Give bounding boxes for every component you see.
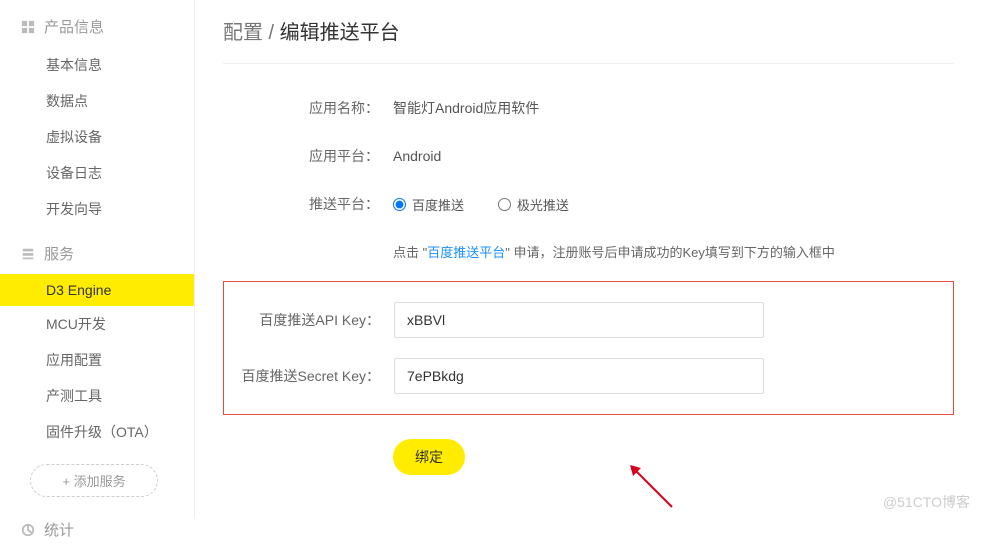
label-app-name: 应用名称： bbox=[223, 98, 393, 118]
label-push: 推送平台： bbox=[223, 194, 393, 214]
label-api-key: 百度推送API Key： bbox=[224, 310, 394, 330]
annotation-arrow-icon bbox=[627, 462, 677, 512]
radio-baidu-input[interactable] bbox=[393, 198, 406, 211]
sidebar-item-guide[interactable]: 开发向导 bbox=[0, 191, 194, 227]
label-platform: 应用平台： bbox=[223, 146, 393, 166]
sidebar-item-factory[interactable]: 产测工具 bbox=[0, 378, 194, 414]
sidebar-group-label: 服务 bbox=[44, 243, 74, 264]
value-app-name: 智能灯Android应用软件 bbox=[393, 98, 539, 118]
secret-key-input[interactable] bbox=[394, 358, 764, 394]
sidebar-item-d3engine[interactable]: D3 Engine bbox=[0, 274, 194, 306]
main-content: 配置 / 编辑推送平台 应用名称： 智能灯Android应用软件 应用平台： A… bbox=[195, 0, 982, 518]
breadcrumb-parent[interactable]: 配置 bbox=[223, 22, 263, 44]
radio-baidu[interactable]: 百度推送 bbox=[393, 195, 464, 214]
row-app-name: 应用名称： 智能灯Android应用软件 bbox=[223, 98, 954, 118]
row-push-platform: 推送平台： 百度推送 极光推送 bbox=[223, 194, 954, 214]
sidebar-item-appconfig[interactable]: 应用配置 bbox=[0, 342, 194, 378]
sidebar-item-virtual[interactable]: 虚拟设备 bbox=[0, 119, 194, 155]
sidebar-group-service: 服务 bbox=[0, 235, 194, 274]
bind-button[interactable]: 绑定 bbox=[393, 439, 465, 475]
breadcrumb-current: 编辑推送平台 bbox=[280, 22, 400, 44]
baidu-push-link[interactable]: 百度推送平台 bbox=[427, 245, 505, 260]
stats-icon bbox=[20, 522, 36, 538]
sidebar: 产品信息 基本信息 数据点 虚拟设备 设备日志 开发向导 服务 D3 Engin… bbox=[0, 0, 195, 518]
key-input-box: 百度推送API Key： 百度推送Secret Key： bbox=[223, 281, 954, 415]
sidebar-group-label: 产品信息 bbox=[44, 16, 104, 37]
label-secret-key: 百度推送Secret Key： bbox=[224, 366, 394, 386]
sidebar-item-basic[interactable]: 基本信息 bbox=[0, 47, 194, 83]
breadcrumb: 配置 / 编辑推送平台 bbox=[223, 16, 954, 64]
service-icon bbox=[20, 246, 36, 262]
add-service-button[interactable]: + 添加服务 bbox=[30, 464, 158, 497]
row-platform: 应用平台： Android bbox=[223, 146, 954, 166]
sidebar-item-mcu[interactable]: MCU开发 bbox=[0, 306, 194, 342]
watermark: @51CTO博客 bbox=[883, 492, 970, 512]
radio-jiguang[interactable]: 极光推送 bbox=[498, 195, 569, 214]
sidebar-group-product: 产品信息 bbox=[0, 8, 194, 47]
radio-jiguang-input[interactable] bbox=[498, 198, 511, 211]
sidebar-group-label: 统计 bbox=[44, 519, 74, 540]
sidebar-item-datapoint[interactable]: 数据点 bbox=[0, 83, 194, 119]
sidebar-item-log[interactable]: 设备日志 bbox=[0, 155, 194, 191]
grid-icon bbox=[20, 19, 36, 35]
sidebar-group-stats: 统计 bbox=[0, 511, 194, 550]
api-key-input[interactable] bbox=[394, 302, 764, 338]
value-platform: Android bbox=[393, 148, 441, 164]
sidebar-item-ota[interactable]: 固件升级（OTA） bbox=[0, 414, 194, 450]
hint-text: 点击 "百度推送平台" 申请，注册账号后申请成功的Key填写到下方的输入框中 bbox=[393, 242, 954, 261]
